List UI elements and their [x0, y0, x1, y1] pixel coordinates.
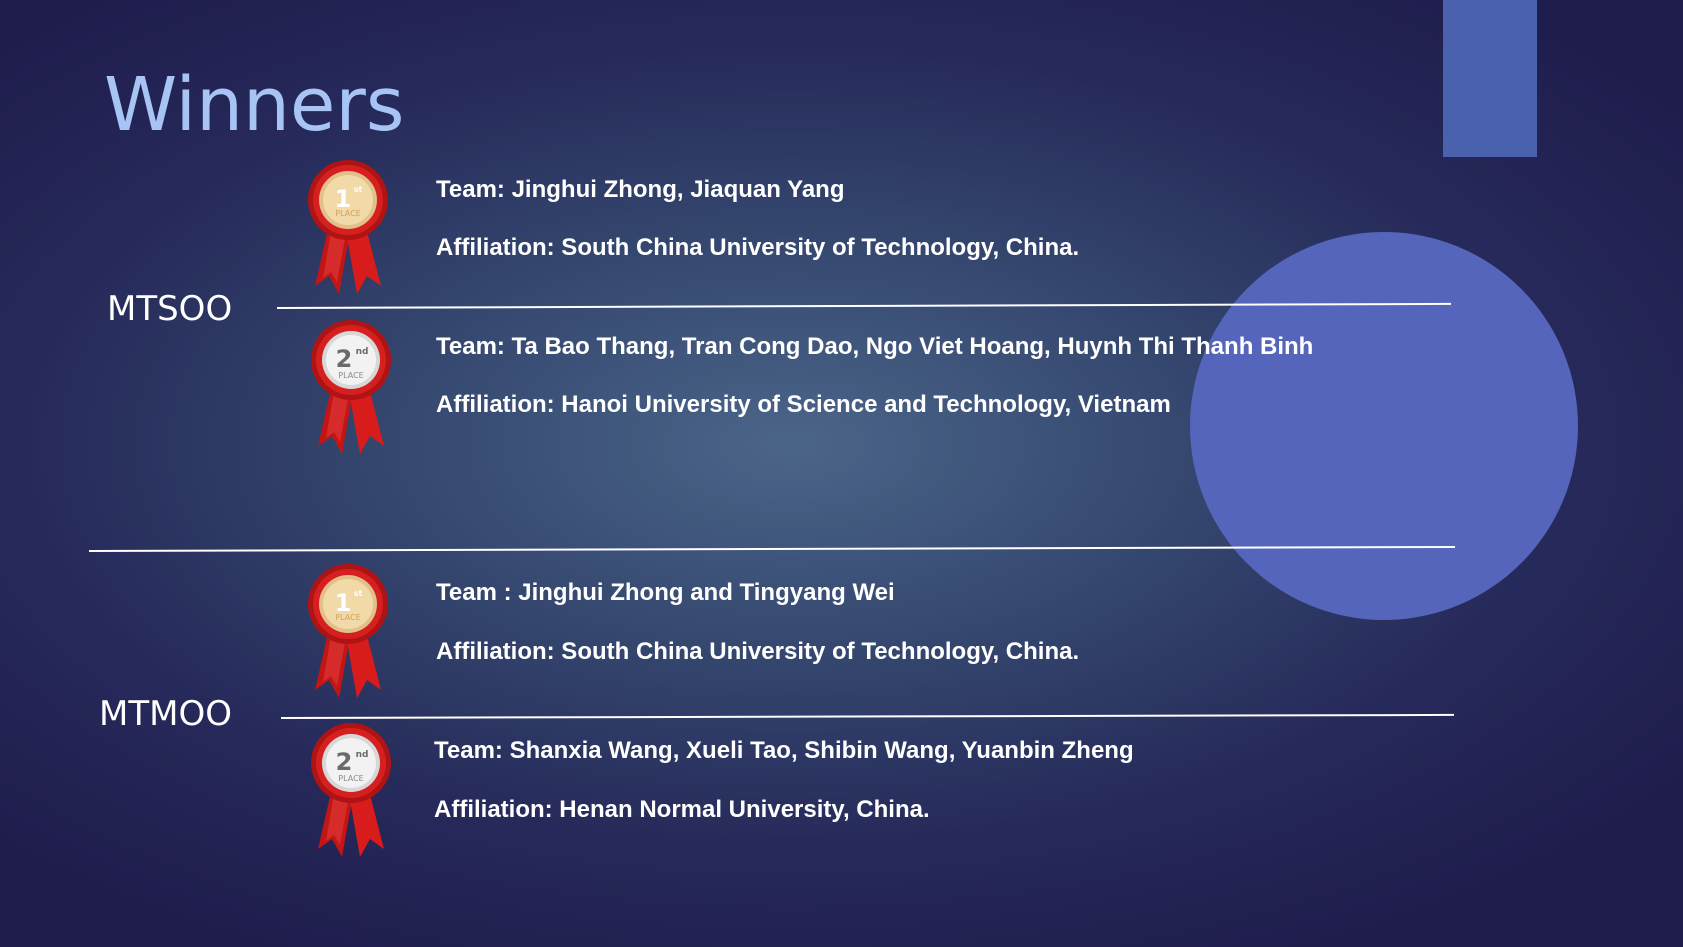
- affiliation-text: Affiliation: South China University of T…: [436, 638, 1080, 665]
- second-place-ribbon-icon: 2 nd PLACE: [311, 723, 391, 857]
- team-text: Team : Jinghui Zhong and Tingyang Wei: [436, 579, 895, 606]
- place-word: PLACE: [338, 774, 363, 783]
- section-label-mtsoo: MTSOO: [107, 289, 233, 329]
- slide: Winners MTSOO MTMOO 1 st PLACE Team: Jin…: [0, 0, 1683, 947]
- accent-bar: [1443, 0, 1537, 157]
- divider-mtmoo: [280, 713, 1454, 719]
- team-text: Team: Ta Bao Thang, Tran Cong Dao, Ngo V…: [436, 333, 1314, 360]
- team-text: Team: Jinghui Zhong, Jiaquan Yang: [436, 176, 845, 203]
- affiliation-text: Affiliation: South China University of T…: [436, 234, 1080, 261]
- section-label-mtmoo: MTMOO: [99, 694, 232, 734]
- second-place-ribbon-icon: 2 nd PLACE: [311, 320, 391, 454]
- place-word: PLACE: [335, 613, 360, 622]
- first-place-ribbon-icon: 1 st PLACE: [308, 160, 388, 294]
- place-suffix: nd: [356, 750, 369, 760]
- place-word: PLACE: [338, 371, 363, 380]
- first-place-ribbon-icon: 1 st PLACE: [308, 564, 388, 698]
- affiliation-text: Affiliation: Henan Normal University, Ch…: [434, 796, 930, 823]
- slide-title: Winners: [104, 62, 405, 148]
- place-number: 2: [336, 345, 353, 373]
- place-suffix: st: [354, 185, 363, 194]
- place-suffix: nd: [356, 347, 369, 357]
- place-word: PLACE: [335, 209, 360, 218]
- decorative-circle: [1190, 232, 1578, 620]
- place-number: 2: [336, 748, 353, 776]
- place-suffix: st: [354, 589, 363, 598]
- affiliation-text: Affiliation: Hanoi University of Science…: [436, 391, 1171, 418]
- team-text: Team: Shanxia Wang, Xueli Tao, Shibin Wa…: [434, 737, 1134, 764]
